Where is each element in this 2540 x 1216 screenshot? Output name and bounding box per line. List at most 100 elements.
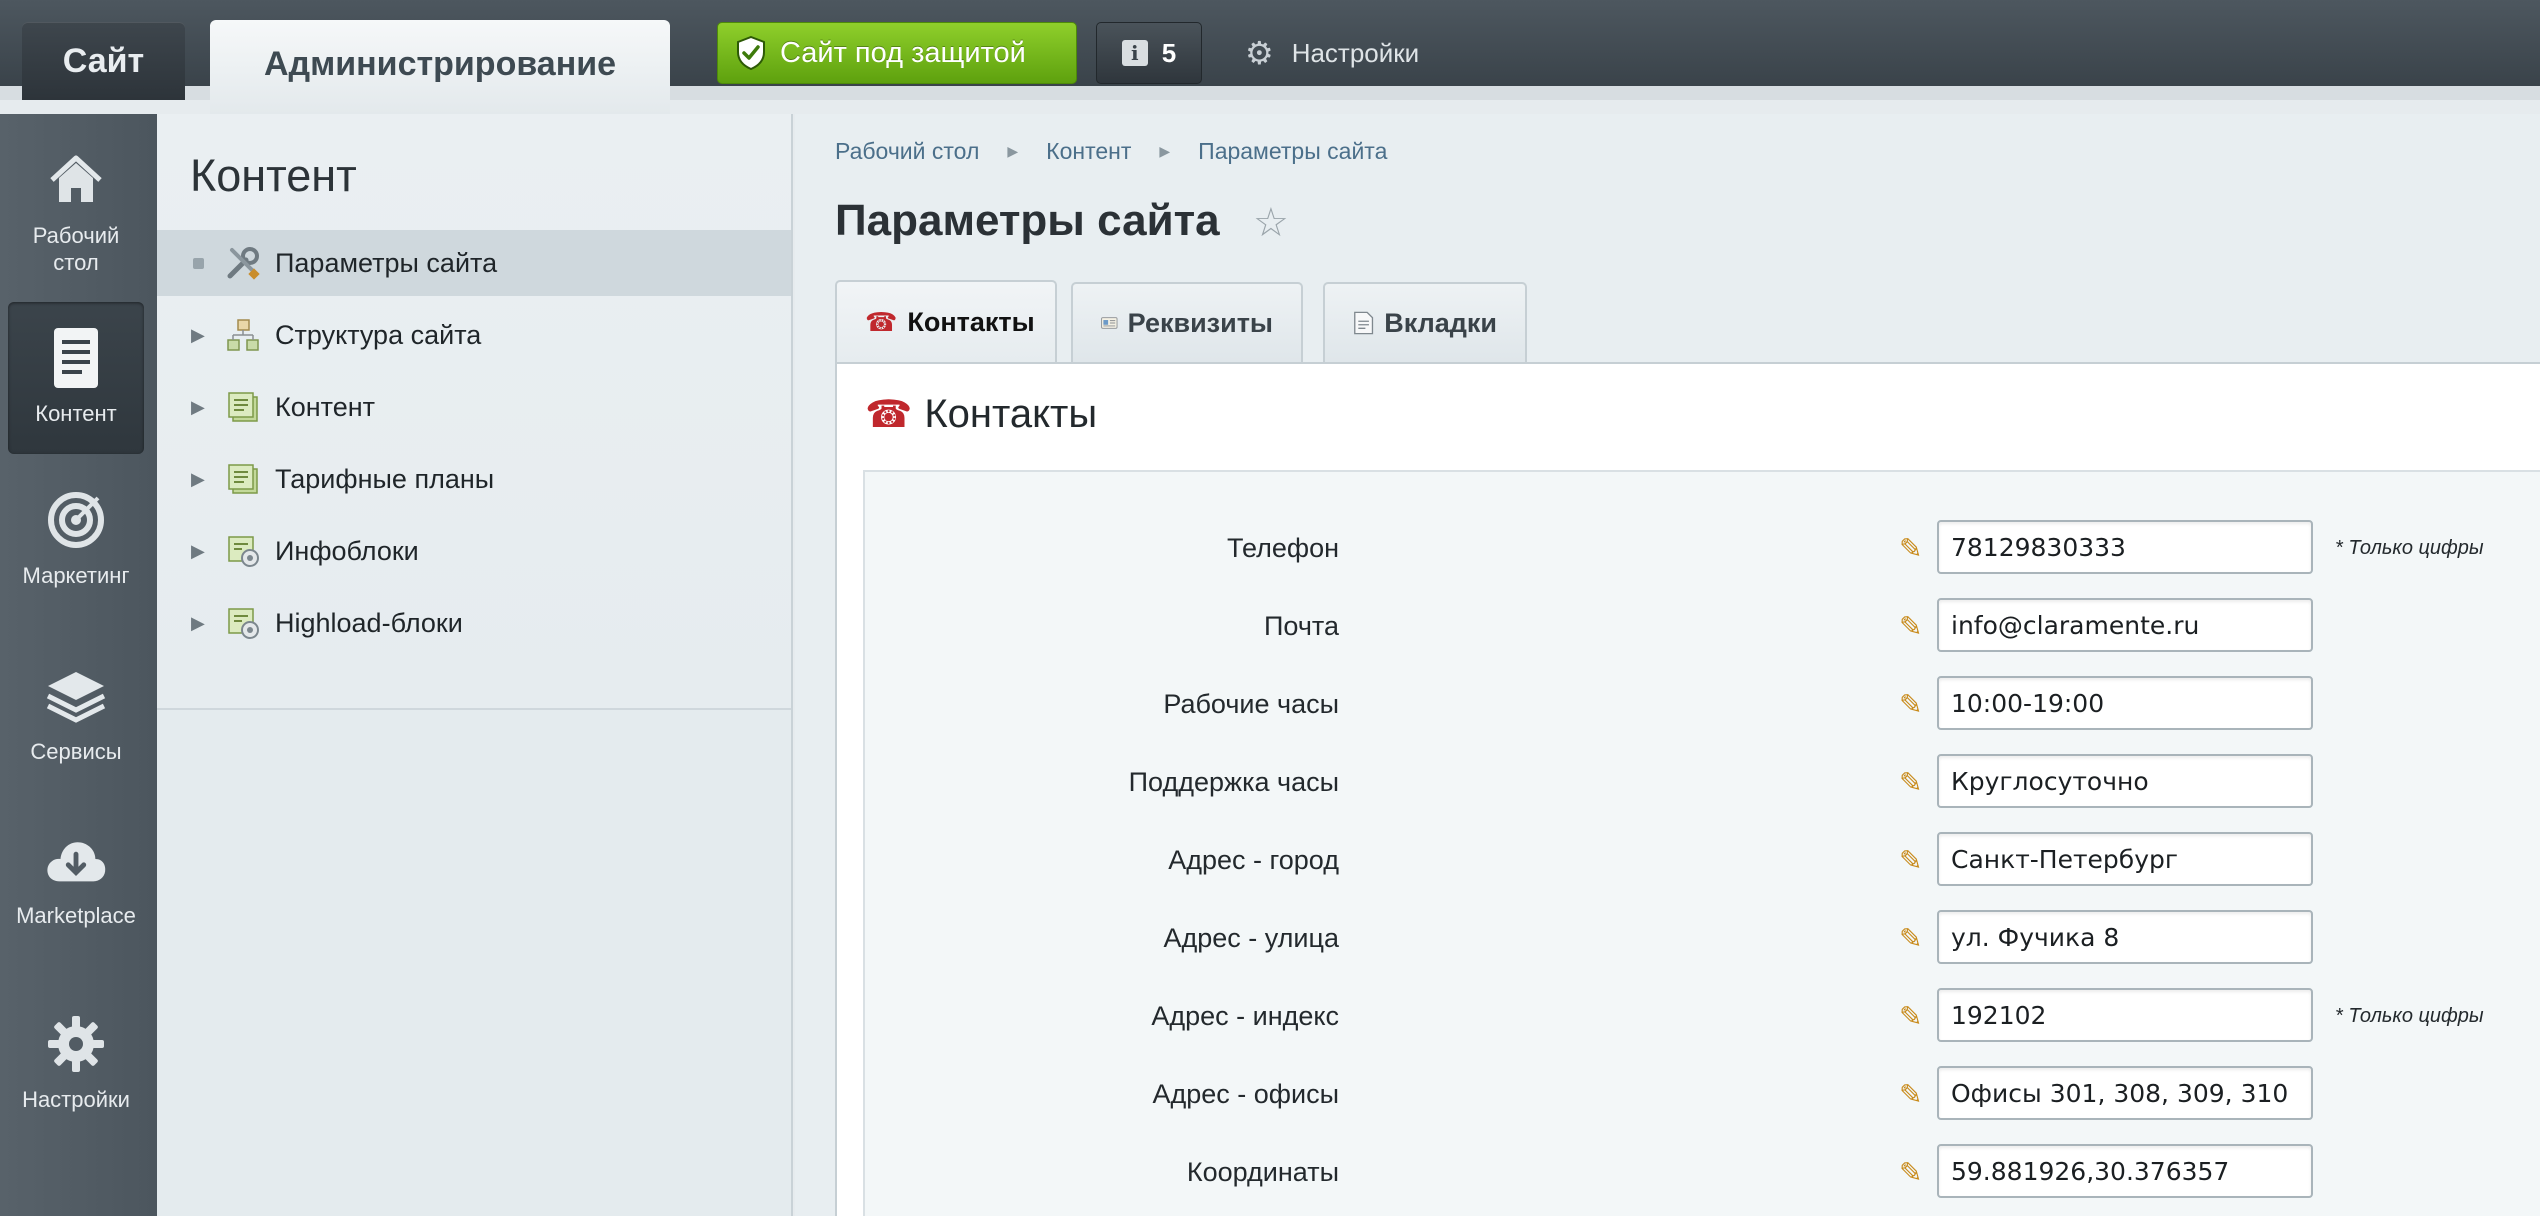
left-nav: Рабочий стол Контент Маркетинг Сервисы M… — [0, 114, 157, 1216]
expand-arrow-icon[interactable]: ▶ — [191, 397, 225, 418]
section-header: ☎ Контакты — [865, 392, 1097, 437]
nav-settings[interactable]: Настройки — [8, 988, 144, 1140]
tools-icon — [225, 245, 261, 281]
field-row-email: Почта ✎ — [865, 598, 2540, 654]
nav-marketing-label: Маркетинг — [22, 563, 130, 588]
layers-icon — [44, 664, 108, 728]
shield-check-icon — [737, 36, 765, 70]
tree-item-label: Инфоблоки — [275, 535, 419, 566]
nav-desktop[interactable]: Рабочий стол — [8, 124, 144, 276]
tab-label: Контакты — [907, 306, 1035, 337]
field-row-street: Адрес - улица ✎ — [865, 910, 2540, 966]
field-label: Рабочие часы — [1163, 689, 1339, 719]
zip-field[interactable] — [1937, 988, 2313, 1042]
tree-item-site-params[interactable]: Параметры сайта — [157, 230, 791, 296]
field-label: Поддержка часы — [1128, 767, 1339, 797]
pencil-icon[interactable]: ✎ — [1899, 1078, 1922, 1111]
pencil-icon[interactable]: ✎ — [1899, 610, 1922, 643]
site-protected-button[interactable]: Сайт под защитой — [717, 22, 1077, 84]
tree-item-tariffs[interactable]: ▶ Тарифные планы — [157, 446, 791, 512]
field-row-work-hours: Рабочие часы ✎ — [865, 676, 2540, 732]
gear-icon — [44, 1012, 108, 1076]
notifications-count: 5 — [1161, 37, 1177, 68]
support-hours-field[interactable] — [1937, 754, 2313, 808]
page-title: Параметры сайта — [835, 196, 1220, 245]
phone-icon: ☎ — [865, 394, 913, 436]
contacts-form: Телефон ✎ * Только цифры Почта ✎ Рабочие… — [863, 470, 2540, 1216]
infoblock-icon — [225, 605, 261, 641]
tree-item-label: Контент — [275, 391, 376, 422]
tab-inserts[interactable]: Вкладки — [1323, 282, 1527, 362]
pencil-icon[interactable]: ✎ — [1899, 1156, 1922, 1189]
notifications-button[interactable]: i 5 — [1096, 22, 1202, 84]
pencil-icon[interactable]: ✎ — [1899, 844, 1922, 877]
street-field[interactable] — [1937, 910, 2313, 964]
breadcrumb-item[interactable]: Контент — [1046, 138, 1131, 165]
expand-arrow-icon[interactable]: ▶ — [191, 541, 225, 562]
phone-icon: ☎ — [865, 306, 898, 337]
work-hours-field[interactable] — [1937, 676, 2313, 730]
section-panel: Контент Параметры сайта ▶ Структура сайт… — [157, 114, 793, 1216]
field-row-city: Адрес - город ✎ — [865, 832, 2540, 888]
field-label: Адрес - улица — [1163, 923, 1339, 953]
breadcrumb-item[interactable]: Рабочий стол — [835, 138, 979, 165]
tree-item-highload[interactable]: ▶ Highload-блоки — [157, 590, 791, 656]
nav-marketplace-label: Marketplace — [16, 903, 136, 928]
pencil-icon[interactable]: ✎ — [1899, 688, 1922, 721]
top-bar: Сайт Администрирование Сайт под защитой … — [0, 0, 2540, 114]
pencil-icon[interactable]: ✎ — [1899, 1000, 1922, 1033]
chevron-right-icon: ▶ — [1007, 143, 1019, 159]
nav-services-label: Сервисы — [30, 739, 122, 764]
field-hint: * Только цифры — [2335, 1005, 2484, 1027]
tab-requisites[interactable]: Реквизиты — [1071, 282, 1303, 362]
city-field[interactable] — [1937, 832, 2313, 886]
field-label: Адрес - индекс — [1151, 1001, 1339, 1031]
nav-services[interactable]: Сервисы — [8, 640, 144, 792]
target-icon — [44, 488, 108, 552]
page-icon — [1354, 311, 1374, 335]
section-title: Контакты — [924, 392, 1098, 436]
coordinates-field[interactable] — [1937, 1144, 2313, 1198]
info-icon: i — [1121, 40, 1148, 66]
pencil-icon[interactable]: ✎ — [1899, 922, 1922, 955]
bullet-icon — [191, 257, 225, 269]
field-label: Координаты — [1186, 1157, 1339, 1187]
field-row-phone: Телефон ✎ * Только цифры — [865, 520, 2540, 576]
field-label: Адрес - офисы — [1152, 1079, 1339, 1109]
offices-field[interactable] — [1937, 1066, 2313, 1120]
tree-item-label: Highload-блоки — [275, 607, 463, 638]
nav-marketing[interactable]: Маркетинг — [8, 464, 144, 616]
tree-item-infoblocks[interactable]: ▶ Инфоблоки — [157, 518, 791, 584]
content-icon — [225, 389, 261, 425]
tree-item-content[interactable]: ▶ Контент — [157, 374, 791, 440]
email-field[interactable] — [1937, 598, 2313, 652]
phone-field[interactable] — [1937, 520, 2313, 574]
section-tree: Контент Параметры сайта ▶ Структура сайт… — [157, 114, 791, 710]
expand-arrow-icon[interactable]: ▶ — [191, 469, 225, 490]
settings-label: Настройки — [1291, 37, 1420, 68]
settings-link[interactable]: ⚙ Настройки — [1245, 22, 1419, 84]
gear-icon: ⚙ — [1245, 35, 1274, 71]
star-icon[interactable]: ☆ — [1253, 200, 1289, 246]
tab-contacts[interactable]: ☎ Контакты — [835, 280, 1057, 362]
field-row-zip: Адрес - индекс ✎ * Только цифры — [865, 988, 2540, 1044]
pencil-icon[interactable]: ✎ — [1899, 532, 1922, 565]
tree-item-structure[interactable]: ▶ Структура сайта — [157, 302, 791, 368]
chevron-right-icon: ▶ — [1159, 143, 1171, 159]
site-tab[interactable]: Сайт — [22, 22, 185, 100]
main-content: Рабочий стол ▶ Контент ▶ Параметры сайта… — [795, 114, 2540, 1216]
content-icon — [225, 461, 261, 497]
nav-content[interactable]: Контент — [8, 302, 144, 454]
admin-tab[interactable]: Администрирование — [210, 20, 670, 114]
field-label: Почта — [1264, 611, 1339, 641]
tab-label: Вкладки — [1384, 307, 1497, 338]
nav-marketplace[interactable]: Marketplace — [8, 804, 144, 956]
nav-content-label: Контент — [35, 401, 117, 426]
expand-arrow-icon[interactable]: ▶ — [191, 325, 225, 346]
tree-item-label: Структура сайта — [275, 319, 482, 350]
pencil-icon[interactable]: ✎ — [1899, 766, 1922, 799]
home-icon — [44, 148, 108, 212]
structure-icon — [225, 317, 261, 353]
breadcrumb-item[interactable]: Параметры сайта — [1198, 138, 1387, 165]
expand-arrow-icon[interactable]: ▶ — [191, 613, 225, 634]
